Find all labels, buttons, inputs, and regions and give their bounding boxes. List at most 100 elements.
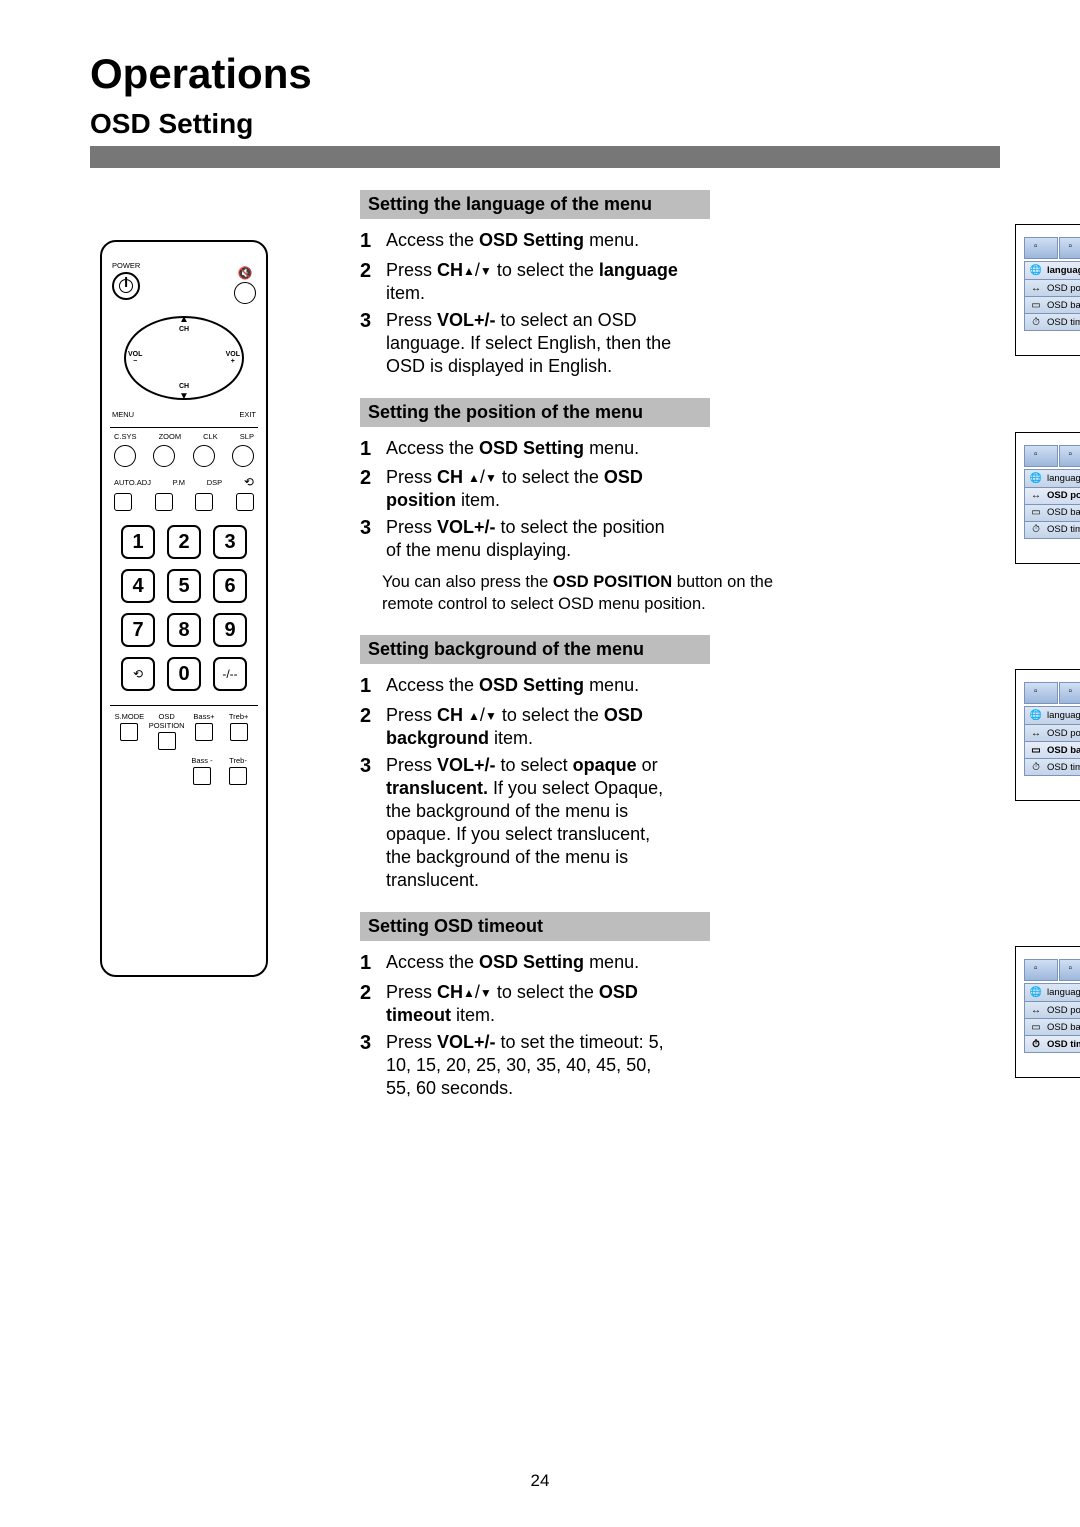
label-bass-minus: Bass - — [191, 756, 212, 765]
ch-down-label: CH — [179, 383, 189, 390]
row-label: OSD timeout — [1047, 317, 1080, 328]
row-label: OSD position — [1047, 283, 1080, 294]
section: Setting the language of the menu 1 Access … — [360, 190, 1000, 378]
zoom-button[interactable] — [153, 445, 175, 467]
key-5[interactable]: 5 — [167, 569, 201, 603]
step-item: 1Access the OSD Setting menu. — [360, 437, 680, 463]
osd-row-language: 🌐 language English — [1025, 707, 1080, 724]
label-osd-position: OSD POSITION — [149, 712, 185, 730]
power-button[interactable] — [112, 272, 140, 300]
pm-button[interactable] — [155, 493, 173, 511]
step-text: Press VOL+/- to select the position of t… — [386, 516, 680, 562]
step-item: 3Press VOL+/- to select the position of … — [360, 516, 680, 562]
osd-rows: 🌐 language English ↔ OSD position ▭ OSD … — [1024, 469, 1080, 539]
page-number: 24 — [531, 1471, 550, 1491]
dpad[interactable]: ▲ CH VOL − VOL + CH ▼ — [110, 308, 258, 408]
label-treb-plus: Treb+ — [229, 712, 249, 721]
exit-label: EXIT — [239, 410, 256, 419]
osd-row-position: ↔ OSD position — [1025, 724, 1080, 741]
osd-screenshot: ▫▫▫▫▫▫ 🌐 language English ↔ OSD position… — [1015, 224, 1080, 356]
c-sys-button[interactable] — [114, 445, 136, 467]
label-zoom: ZOOM — [159, 432, 182, 441]
osd-tabs: ▫▫▫▫▫▫ — [1024, 445, 1080, 467]
key-2[interactable]: 2 — [167, 525, 201, 559]
section-heading: Setting OSD timeout — [360, 912, 710, 941]
ch-up-arrow: ▲ — [179, 314, 189, 325]
palette-icon: ▫ — [1024, 959, 1058, 981]
step-text: Press CH ▲/▼ to select the OSD position … — [386, 466, 680, 512]
key-8[interactable]: 8 — [167, 613, 201, 647]
power-label: POWER — [112, 261, 140, 270]
row-label: language — [1047, 987, 1080, 998]
section: Setting OSD timeout 1Access the OSD Setti… — [360, 912, 1000, 1100]
step-text: Press VOL+/- to set the timeout: 5, 10, … — [386, 1031, 680, 1100]
row-icon: ↔ — [1029, 1005, 1043, 1016]
osd-tabs: ▫▫▫▫▫▫ — [1024, 237, 1080, 259]
step-text: Press CH▲/▼ to select the OSD timeout it… — [386, 981, 680, 1027]
key-9[interactable]: 9 — [213, 613, 247, 647]
osd-row-language: 🌐 language English — [1025, 984, 1080, 1001]
header-divider — [90, 146, 1000, 168]
section-heading: Setting background of the menu — [360, 635, 710, 664]
dsp-button[interactable] — [195, 493, 213, 511]
row-icon: ↔ — [1029, 490, 1043, 501]
step-text: Access the OSD Setting menu. — [386, 229, 680, 255]
key-3[interactable]: 3 — [213, 525, 247, 559]
key-7[interactable]: 7 — [121, 613, 155, 647]
treb-plus-button[interactable] — [230, 723, 248, 741]
remote-control: POWER 🔇 ▲ CH VOL − VOL + CH ▼ MENU EX — [100, 240, 268, 977]
palette-icon: ▫ — [1024, 237, 1058, 259]
row-label: OSD timeout — [1047, 762, 1080, 773]
step-number: 3 — [360, 516, 378, 562]
step-item: 2Press CH ▲/▼ to select the OSD backgrou… — [360, 704, 680, 750]
mute-button[interactable] — [234, 282, 256, 304]
osd-screenshot: ▫▫▫▫▫▫ 🌐 language English ↔ OSD position… — [1015, 669, 1080, 801]
key-1[interactable]: 1 — [121, 525, 155, 559]
step-number: 2 — [360, 981, 378, 1027]
auto-adj-button[interactable] — [114, 493, 132, 511]
label-pm: P.M — [173, 478, 185, 487]
bass-minus-button[interactable] — [193, 767, 211, 785]
vol-minus-label: VOL − — [128, 351, 142, 365]
osd-row-timeout: ⏱ OSD timeout 30 seconds — [1025, 521, 1080, 538]
row-icon: ⏱ — [1029, 524, 1043, 535]
key-return[interactable]: ⟲ — [121, 657, 155, 691]
row-label: OSD timeout — [1047, 1039, 1080, 1050]
step-item: 2Press CH▲/▼ to select the OSD timeout i… — [360, 981, 680, 1027]
row-icon: ↔ — [1029, 728, 1043, 739]
key-0[interactable]: 0 — [167, 657, 201, 691]
row-icon: ▭ — [1029, 507, 1043, 518]
step-text: Access the OSD Setting menu. — [386, 674, 680, 700]
step-item: 1Access the OSD Setting menu. — [360, 951, 680, 977]
osd-row-background: ▭ OSD background opaquetranslucent — [1025, 296, 1080, 313]
bass-plus-button[interactable] — [195, 723, 213, 741]
section: Setting background of the menu 1Access th… — [360, 635, 1000, 892]
step-number: 1 — [360, 229, 378, 255]
step-item: 3Press VOL+/- to set the timeout: 5, 10,… — [360, 1031, 680, 1100]
key-4[interactable]: 4 — [121, 569, 155, 603]
section-heading: Setting the language of the menu — [360, 190, 710, 219]
slp-button[interactable] — [232, 445, 254, 467]
clk-button[interactable] — [193, 445, 215, 467]
row-label: OSD background — [1047, 300, 1080, 311]
row-icon: ⏱ — [1029, 317, 1043, 328]
row-label: OSD position — [1047, 490, 1080, 501]
row-icon: 🌐 — [1029, 473, 1043, 484]
osd-row-position: ↔ OSD position — [1025, 1001, 1080, 1018]
step-number: 2 — [360, 704, 378, 750]
treb-minus-button[interactable] — [229, 767, 247, 785]
row-label: OSD position — [1047, 728, 1080, 739]
s-mode-button[interactable] — [120, 723, 138, 741]
row-icon: ▭ — [1029, 745, 1043, 756]
loop-button[interactable] — [236, 493, 254, 511]
label-treb-minus: Treb- — [229, 756, 247, 765]
key-6[interactable]: 6 — [213, 569, 247, 603]
step-text: Press CH▲/▼ to select the language item. — [386, 259, 680, 305]
vol-plus-label: VOL + — [226, 351, 240, 365]
label-s-mode: S.MODE — [115, 712, 145, 721]
key-dash[interactable]: -/-- — [213, 657, 247, 691]
osd-position-button[interactable] — [158, 732, 176, 750]
page-title: Operations — [90, 50, 1000, 98]
step-item: 1Access the OSD Setting menu. — [360, 674, 680, 700]
sliders-icon: ▫ — [1059, 445, 1080, 467]
